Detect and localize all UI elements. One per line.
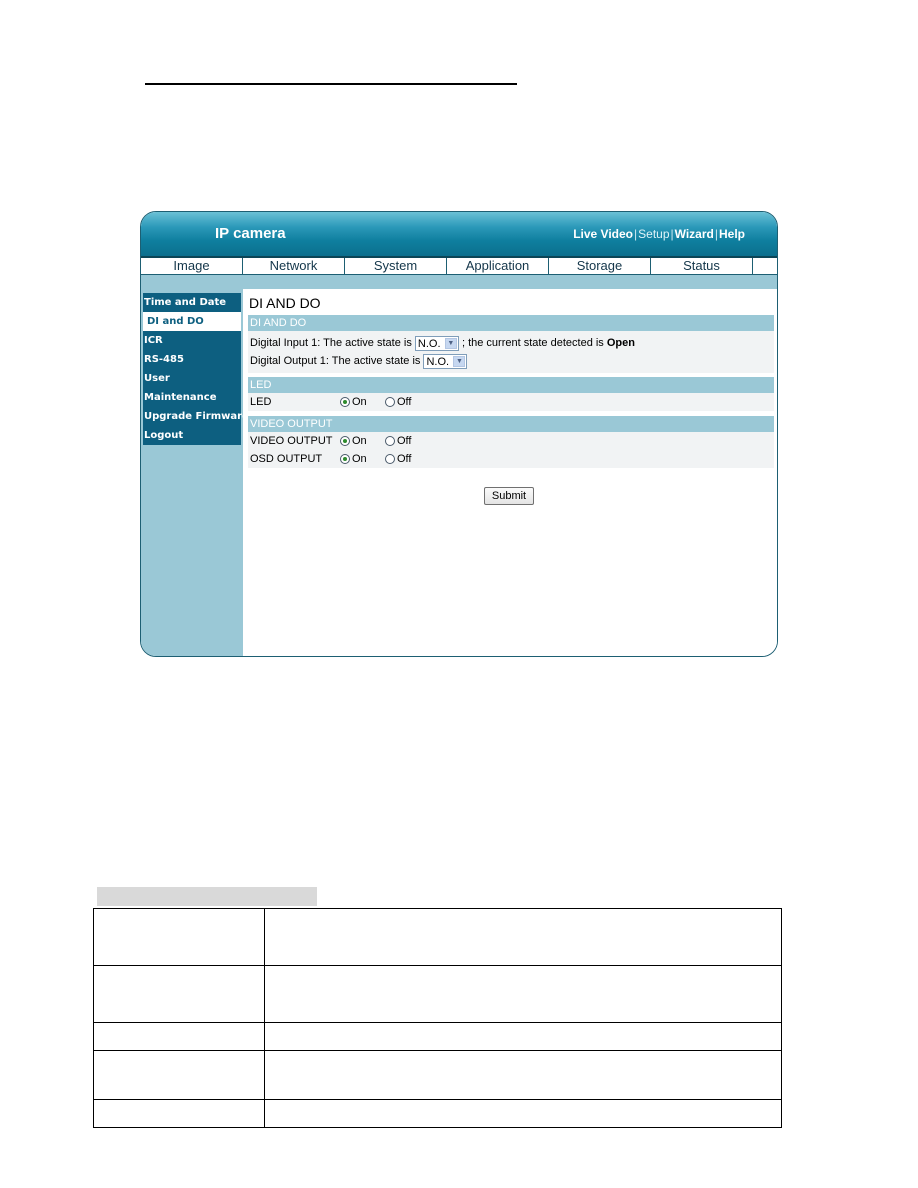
radio-selected[interactable] xyxy=(340,436,350,447)
tab-system[interactable]: System xyxy=(345,258,447,274)
section-di-do: DI AND DO Digital Input 1: The active st… xyxy=(248,315,774,373)
table-caption-bar xyxy=(97,887,317,906)
table-cell-description xyxy=(264,908,782,966)
radio-label: On xyxy=(352,435,367,448)
tab-status[interactable]: Status xyxy=(651,258,753,274)
table-cell-description xyxy=(264,1050,782,1100)
table-row xyxy=(93,1099,782,1128)
description-table xyxy=(93,908,782,1128)
tab-network[interactable]: Network xyxy=(243,258,345,274)
current-state-value: Open xyxy=(606,337,635,349)
main-content: DI AND DO DI AND DO Digital Input 1: The… xyxy=(243,289,777,656)
section-video-output: VIDEO OUTPUT VIDEO OUTPUT On Off OSD OUT… xyxy=(248,416,774,468)
radio-unselected[interactable] xyxy=(385,436,395,447)
sidebar-item-user[interactable]: User xyxy=(143,369,241,388)
radio-label: On xyxy=(352,453,367,466)
current-state-label: ; the current state detected is xyxy=(461,337,604,349)
page-title: DI AND DO xyxy=(249,295,321,311)
table-cell-description xyxy=(264,965,782,1023)
table-cell-name xyxy=(93,1099,265,1128)
link-separator: | xyxy=(670,227,674,241)
sidebar-menu: Time and Date DI and DO ICR RS-485 User … xyxy=(143,293,249,445)
table-cell-name xyxy=(93,965,265,1023)
tab-image[interactable]: Image xyxy=(141,258,243,274)
led-off-option[interactable]: Off xyxy=(385,393,411,411)
sidebar-item-di-and-do[interactable]: DI and DO xyxy=(143,312,241,331)
camera-title: IP camera xyxy=(215,225,286,242)
section-body: VIDEO OUTPUT On Off OSD OUTPUT On Off xyxy=(248,432,774,468)
digital-input-row: Digital Input 1: The active state is N.O… xyxy=(248,334,774,352)
section-body: LED On Off xyxy=(248,393,774,411)
link-live-video[interactable]: Live Video xyxy=(573,227,633,241)
section-header: LED xyxy=(248,377,774,393)
chevron-down-icon: ▼ xyxy=(444,337,457,349)
radio-label: On xyxy=(352,396,367,409)
video-output-on-option[interactable]: On xyxy=(340,432,367,450)
sidebar-item-icr[interactable]: ICR xyxy=(143,331,241,350)
radio-selected[interactable] xyxy=(340,397,350,408)
sidebar-item-rs-485[interactable]: RS-485 xyxy=(143,350,241,369)
digital-output-row: Digital Output 1: The active state is N.… xyxy=(248,352,774,370)
radio-unselected[interactable] xyxy=(385,454,395,465)
osd-output-row: OSD OUTPUT On Off xyxy=(248,450,774,468)
link-separator: | xyxy=(634,227,638,241)
link-help[interactable]: Help xyxy=(719,227,745,241)
digital-output-label: Digital Output 1: The active state is xyxy=(250,355,421,367)
table-cell-name xyxy=(93,908,265,966)
video-output-label: VIDEO OUTPUT xyxy=(250,435,333,447)
radio-unselected[interactable] xyxy=(385,397,395,408)
section-body: Digital Input 1: The active state is N.O… xyxy=(248,331,774,373)
section-header: VIDEO OUTPUT xyxy=(248,416,774,432)
sub-header-band xyxy=(141,275,777,289)
main-tabs: Image Network System Application Storage… xyxy=(141,258,777,275)
table-row xyxy=(93,965,782,1023)
digital-input-state-select[interactable]: N.O. ▼ xyxy=(414,335,459,351)
tab-spacer xyxy=(753,258,777,274)
digital-output-state-select[interactable]: N.O. ▼ xyxy=(423,353,468,369)
radio-selected[interactable] xyxy=(340,454,350,465)
section-header: DI AND DO xyxy=(248,315,774,331)
link-setup[interactable]: Setup xyxy=(638,227,669,241)
table-cell-name xyxy=(93,1022,265,1051)
ip-camera-window: IP camera Live Video|Setup|Wizard|Help I… xyxy=(140,211,778,657)
table-row xyxy=(93,908,782,966)
table-row xyxy=(93,1022,782,1051)
led-label: LED xyxy=(250,396,272,408)
header-rule xyxy=(145,83,517,85)
table-row xyxy=(93,1050,782,1100)
osd-output-label: OSD OUTPUT xyxy=(250,453,323,465)
table-cell-description xyxy=(264,1099,782,1128)
submit-button[interactable]: Submit xyxy=(484,487,534,505)
chevron-down-icon: ▼ xyxy=(453,355,466,367)
tab-application[interactable]: Application xyxy=(447,258,549,274)
sidebar-item-time-and-date[interactable]: Time and Date xyxy=(143,293,241,312)
sidebar-item-logout[interactable]: Logout xyxy=(143,426,241,445)
radio-label: Off xyxy=(397,435,412,448)
digital-input-label: Digital Input 1: The active state is xyxy=(250,337,412,349)
sidebar: Time and Date DI and DO ICR RS-485 User … xyxy=(141,289,249,656)
table-cell-name xyxy=(93,1050,265,1100)
section-led: LED LED On Off xyxy=(248,377,774,411)
tab-storage[interactable]: Storage xyxy=(549,258,651,274)
select-value: N.O. xyxy=(417,337,441,350)
header-links: Live Video|Setup|Wizard|Help xyxy=(573,227,745,241)
osd-output-off-option[interactable]: Off xyxy=(385,450,411,468)
link-wizard[interactable]: Wizard xyxy=(675,227,714,241)
video-output-row: VIDEO OUTPUT On Off xyxy=(248,432,774,450)
sidebar-item-upgrade-firmware[interactable]: Upgrade Firmware xyxy=(143,407,249,426)
led-on-option[interactable]: On xyxy=(340,393,367,411)
camera-header: IP camera Live Video|Setup|Wizard|Help xyxy=(141,212,777,258)
radio-label: Off xyxy=(397,396,412,409)
radio-label: Off xyxy=(397,453,412,466)
osd-output-on-option[interactable]: On xyxy=(340,450,367,468)
led-row: LED On Off xyxy=(248,393,774,411)
table-cell-description xyxy=(264,1022,782,1051)
video-output-off-option[interactable]: Off xyxy=(385,432,411,450)
sidebar-item-maintenance[interactable]: Maintenance xyxy=(143,388,241,407)
link-separator: | xyxy=(714,227,718,241)
select-value: N.O. xyxy=(426,355,450,368)
